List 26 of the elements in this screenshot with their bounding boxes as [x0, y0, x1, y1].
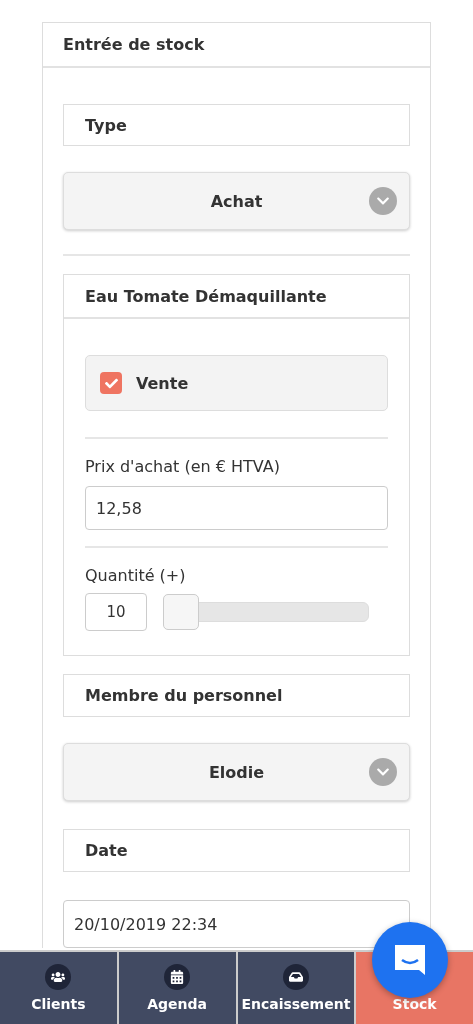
users-icon	[45, 964, 72, 990]
sale-label: Vente	[136, 373, 189, 393]
type-select[interactable]: Achat	[63, 172, 410, 230]
check-icon	[104, 376, 118, 390]
section-header: Membre du personnel	[63, 674, 410, 717]
nav-tab[interactable]: Clients	[0, 952, 117, 1024]
slider-thumb[interactable]	[163, 594, 199, 630]
quantity-label: Quantité (+)	[85, 566, 187, 585]
price-field[interactable]: 12,58	[85, 486, 388, 530]
date-field[interactable]: 20/10/2019 22:34	[63, 900, 410, 948]
nav-tab[interactable]: Agenda	[118, 952, 236, 1024]
price-label: Prix d'achat (en € HTVA)	[85, 457, 281, 476]
section-header: Date	[63, 829, 410, 872]
nav-tab[interactable]: Encaissement	[237, 952, 355, 1024]
card-title: Entrée de stock	[43, 23, 430, 68]
staff-select[interactable]: Elodie	[63, 743, 410, 801]
calendar-icon	[164, 964, 191, 990]
inbox-icon	[282, 964, 309, 990]
checkbox[interactable]	[100, 372, 122, 394]
section-header: Type	[63, 104, 410, 146]
chevron-down-icon	[369, 187, 397, 215]
quantity-field[interactable]: 10	[85, 593, 147, 631]
product-title: Eau Tomate Démaquillante	[64, 275, 409, 319]
sale-option[interactable]: Vente	[85, 355, 388, 411]
chevron-down-icon	[369, 758, 397, 786]
quantity-slider[interactable]	[163, 594, 369, 630]
